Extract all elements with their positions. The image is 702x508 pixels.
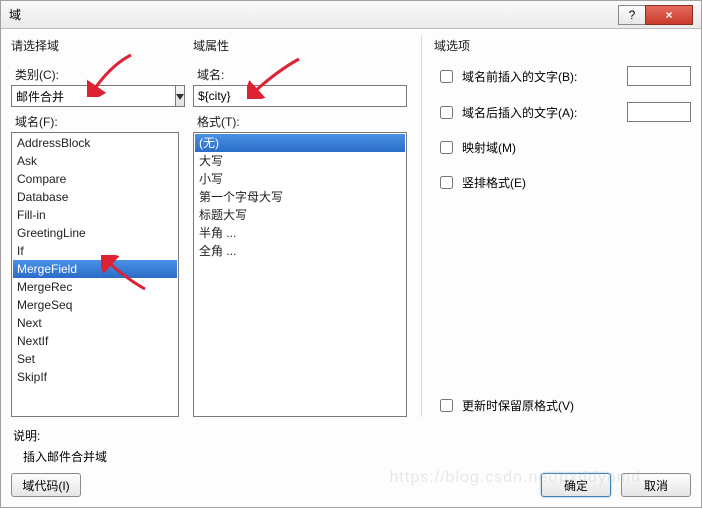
option-preserve-label: 更新时保留原格式(V) [462,397,691,414]
chevron-down-icon [176,89,184,103]
list-item[interactable]: 全角 ... [195,242,405,260]
option-vertical-checkbox[interactable] [440,176,453,189]
option-vertical-row: 竖排格式(E) [436,173,691,192]
format-label: 格式(T): [197,113,407,130]
titlebar: 域 ? × [1,1,701,29]
description-label: 说明: [13,427,691,444]
description-text: 插入邮件合并域 [23,448,691,465]
list-item[interactable]: (无) [195,134,405,152]
option-text-after-input[interactable] [627,102,691,122]
list-item[interactable]: NextIf [13,332,177,350]
list-item[interactable]: 小写 [195,170,405,188]
list-item[interactable]: Ask [13,152,177,170]
option-mapped-label: 映射域(M) [462,139,691,156]
ok-button-label: 确定 [564,477,588,494]
list-item[interactable]: 半角 ... [195,224,405,242]
cancel-button-label: 取消 [644,477,668,494]
fieldcodes-button-label: 域代码(I) [22,477,69,494]
dialog-client: 请选择域 类别(C): 域名(F): AddressBlockAskCompar… [1,29,701,507]
category-label: 类别(C): [15,66,179,83]
fieldname-label: 域名: [197,66,407,83]
option-text-after-row: 域名后插入的文字(A): [436,102,691,122]
option-text-before-checkbox[interactable] [440,70,453,83]
close-icon: × [665,8,672,22]
option-preserve-checkbox[interactable] [440,399,453,412]
list-item[interactable]: If [13,242,177,260]
list-item[interactable]: 第一个字母大写 [195,188,405,206]
ok-button[interactable]: 确定 [541,473,611,497]
option-text-after-checkbox[interactable] [440,106,453,119]
list-item[interactable]: MergeRec [13,278,177,296]
field-properties-column: 域属性 域名: 格式(T): (无)大写小写第一个字母大写标题大写半角 ...全… [193,35,407,417]
option-mapped-checkbox[interactable] [440,141,453,154]
dialog-buttons-row: 域代码(I) 确定 取消 [11,473,691,497]
help-icon: ? [629,8,636,22]
list-item[interactable]: MergeField [13,260,177,278]
description-block: 说明: 插入邮件合并域 [13,427,691,465]
option-text-before-label: 域名前插入的文字(B): [462,68,621,85]
list-item[interactable]: 大写 [195,152,405,170]
window-title: 域 [9,6,619,23]
window-buttons: ? × [619,5,693,25]
option-text-after-label: 域名后插入的文字(A): [462,104,621,121]
fieldnames-label: 域名(F): [15,113,179,130]
list-item[interactable]: MergeSeq [13,296,177,314]
field-options-column: 域选项 域名前插入的文字(B): 域名后插入的文字(A): 映射域(M) [421,35,691,417]
option-text-before-input[interactable] [627,66,691,86]
category-combobox[interactable] [11,85,179,107]
fieldname-input[interactable] [193,85,407,107]
fieldcodes-button[interactable]: 域代码(I) [11,473,81,497]
field-options-section-title: 域选项 [434,37,691,54]
list-item[interactable]: Next [13,314,177,332]
list-item[interactable]: Fill-in [13,206,177,224]
select-field-column: 请选择域 类别(C): 域名(F): AddressBlockAskCompar… [11,35,179,417]
category-dropdown-button[interactable] [176,85,185,107]
list-item[interactable]: 标题大写 [195,206,405,224]
format-listbox[interactable]: (无)大写小写第一个字母大写标题大写半角 ...全角 ... [193,132,407,417]
list-item[interactable]: Compare [13,170,177,188]
category-input[interactable] [11,85,176,107]
help-button[interactable]: ? [618,5,646,25]
list-item[interactable]: AddressBlock [13,134,177,152]
field-properties-section-title: 域属性 [193,37,407,54]
option-vertical-label: 竖排格式(E) [462,174,691,191]
cancel-button[interactable]: 取消 [621,473,691,497]
close-button[interactable]: × [645,5,693,25]
fieldnames-listbox[interactable]: AddressBlockAskCompareDatabaseFill-inGre… [11,132,179,417]
dialog-window: 域 ? × 请选择域 类别(C): 域名(F): Ad [0,0,702,508]
columns: 请选择域 类别(C): 域名(F): AddressBlockAskCompar… [11,35,691,417]
select-field-section-title: 请选择域 [11,37,179,54]
option-preserve-row: 更新时保留原格式(V) [436,396,691,415]
list-item[interactable]: Set [13,350,177,368]
option-text-before-row: 域名前插入的文字(B): [436,66,691,86]
list-item[interactable]: SkipIf [13,368,177,386]
option-mapped-row: 映射域(M) [436,138,691,157]
list-item[interactable]: Database [13,188,177,206]
list-item[interactable]: GreetingLine [13,224,177,242]
